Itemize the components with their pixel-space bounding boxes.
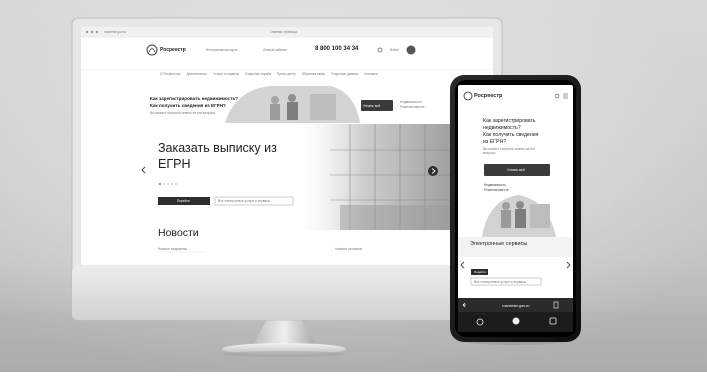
phone-camera-icon[interactable] bbox=[512, 317, 520, 325]
promo-side-text-1: Недвижимость bbox=[400, 100, 422, 104]
nav-item[interactable]: Обратная связь bbox=[302, 72, 325, 76]
header-link-cabinet[interactable]: Личный кабинет bbox=[263, 48, 287, 52]
promo-button[interactable]: Узнать всё bbox=[363, 104, 380, 108]
nav-item[interactable]: О Росреестре bbox=[160, 72, 181, 76]
avatar[interactable] bbox=[406, 45, 416, 55]
browser-tab-title: Главная страница bbox=[270, 29, 297, 34]
product-photo: rosreestr.gov.ru Главная страница Росрее… bbox=[0, 0, 707, 372]
header-link-map[interactable]: Интерактивная карта bbox=[206, 48, 237, 52]
phone-services-heading: Электронные сервисы bbox=[470, 241, 528, 247]
monitor-chin bbox=[72, 266, 502, 320]
phone-promo-line-3: Как получить сведения bbox=[483, 132, 539, 138]
desk-surface bbox=[0, 312, 707, 372]
news-heading: Новости bbox=[158, 227, 199, 239]
phone-url-text[interactable]: rosreestr.gov.ru bbox=[502, 303, 530, 308]
site-logo-text[interactable]: Росреестр bbox=[160, 47, 186, 53]
login-link[interactable]: Войти bbox=[390, 48, 399, 52]
hero-cta-button[interactable]: Перейти bbox=[177, 199, 190, 203]
promo-question-2: Как получить сведения из ЕГРН? bbox=[150, 103, 226, 108]
nav-item[interactable]: Открытая служба bbox=[245, 72, 271, 76]
promo-side-text-2: Решения вместе bbox=[400, 105, 425, 109]
phone-promo-sub: Вы можете получить ответы на эти вопросы bbox=[483, 147, 535, 155]
phone-promo-line-2: недвижимость? bbox=[483, 125, 521, 131]
hero-next-button[interactable] bbox=[428, 166, 438, 176]
promo-question-1: Как зарегистрировать недвижимость? bbox=[150, 96, 239, 101]
header-phone[interactable]: 8 800 100 34 34 bbox=[315, 46, 358, 52]
phone-promo-line-1: Как зарегистрировать bbox=[483, 118, 536, 124]
news-link-right[interactable]: Новости регионов bbox=[335, 247, 362, 251]
phone-logo-text[interactable]: Росреестр bbox=[474, 93, 502, 99]
promo-subtext: Вы можете получить ответы на эти вопросы bbox=[150, 111, 216, 115]
nav-item[interactable]: Открытые данные bbox=[331, 72, 358, 76]
hero-title-line-1: Заказать выписку из bbox=[158, 141, 277, 155]
nav-item[interactable]: Деятельность bbox=[187, 72, 208, 76]
phone-promo-line-4: из ЕГРН? bbox=[483, 139, 507, 145]
news-link-left[interactable]: Новости ведомства bbox=[158, 247, 187, 251]
phone-promo-button[interactable]: Узнать всё bbox=[507, 168, 525, 172]
hero-title-line-2: ЕГРН bbox=[158, 157, 191, 171]
phone-all-services-button[interactable]: Все электронные услуги и сервисы bbox=[474, 280, 526, 284]
phone-cta-button[interactable]: Перейти bbox=[474, 270, 486, 274]
phone-side-text-2: Решения вместе bbox=[484, 188, 509, 192]
nav-item[interactable]: Пресс-центр bbox=[277, 72, 296, 76]
phone-side-text-1: Недвижимость bbox=[484, 183, 506, 187]
nav-item[interactable]: Услуги и сервисы bbox=[213, 72, 239, 76]
nav-item[interactable]: Контакты bbox=[364, 72, 378, 76]
main-nav: О Росреестре Деятельность Услуги и серви… bbox=[160, 72, 378, 76]
photo-svg bbox=[0, 0, 707, 372]
browser-url[interactable]: rosreestr.gov.ru bbox=[104, 30, 126, 34]
hero-all-services-button[interactable]: Все электронные услуги и сервисы bbox=[218, 199, 270, 203]
